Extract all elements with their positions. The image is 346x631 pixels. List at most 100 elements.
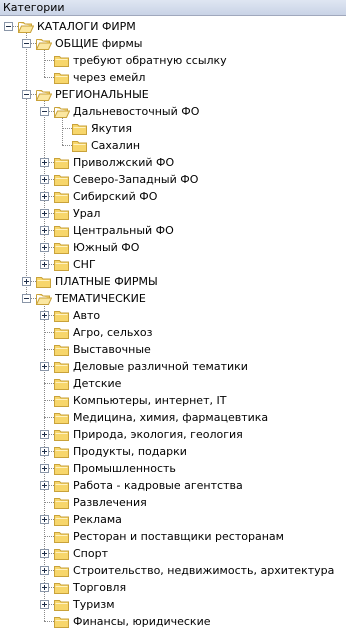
expand-icon[interactable] bbox=[40, 566, 49, 575]
tree-item[interactable]: ПЛАТНЫЕ ФИРМЫ bbox=[0, 273, 346, 290]
tree-item-label: Строительство, недвижимость, архитектура bbox=[73, 564, 335, 577]
tree-item-label: Южный ФО bbox=[73, 241, 140, 254]
expand-icon[interactable] bbox=[22, 277, 31, 286]
expand-icon[interactable] bbox=[40, 192, 49, 201]
expand-icon[interactable] bbox=[40, 447, 49, 456]
expand-icon[interactable] bbox=[40, 243, 49, 252]
category-tree[interactable]: КАТАЛОГИ ФИРМ ОБЩИЕ фирмы требуют обратную… bbox=[0, 16, 346, 630]
collapse-icon[interactable] bbox=[4, 22, 13, 31]
tree-item[interactable]: ТЕМАТИЧЕСКИЕ bbox=[0, 290, 346, 307]
tree-item[interactable]: Выставочные bbox=[0, 341, 346, 358]
tree-item[interactable]: Северо-Западный ФО bbox=[0, 171, 346, 188]
folder-icon bbox=[54, 530, 70, 543]
tree-item-label: Реклама bbox=[73, 513, 122, 526]
tree-item-label: Северо-Западный ФО bbox=[73, 173, 199, 186]
expand-icon[interactable] bbox=[40, 600, 49, 609]
tree-item[interactable]: Медицина, химия, фармацевтика bbox=[0, 409, 346, 426]
tree-item[interactable]: Сахалин bbox=[0, 137, 346, 154]
expand-icon[interactable] bbox=[40, 583, 49, 592]
tree-item[interactable]: Реклама bbox=[0, 511, 346, 528]
tree-item-label: Промышленность bbox=[73, 462, 176, 475]
tree-connector bbox=[44, 60, 54, 61]
tree-item[interactable]: Спорт bbox=[0, 545, 346, 562]
tree-item[interactable]: Природа, экология, геология bbox=[0, 426, 346, 443]
tree-item[interactable]: Строительство, недвижимость, архитектура bbox=[0, 562, 346, 579]
tree-item[interactable]: КАТАЛОГИ ФИРМ bbox=[0, 18, 346, 35]
expand-icon[interactable] bbox=[40, 481, 49, 490]
tree-item-label: СНГ bbox=[73, 258, 96, 271]
tree-item[interactable]: Торговля bbox=[0, 579, 346, 596]
tree-item[interactable]: СНГ bbox=[0, 256, 346, 273]
tree-item[interactable]: требуют обратную ссылку bbox=[0, 52, 346, 69]
tree-connector bbox=[62, 128, 72, 129]
panel-title: Категории bbox=[3, 1, 65, 14]
tree-item[interactable]: Продукты, подарки bbox=[0, 443, 346, 460]
tree-item[interactable]: через емейл bbox=[0, 69, 346, 86]
folder-icon bbox=[72, 139, 88, 152]
folder-icon bbox=[54, 377, 70, 390]
tree-item[interactable]: Деловые различной тематики bbox=[0, 358, 346, 375]
folder-open-icon bbox=[36, 292, 53, 305]
panel-header: Категории bbox=[0, 0, 346, 16]
tree-item[interactable]: Авто bbox=[0, 307, 346, 324]
folder-icon bbox=[54, 309, 70, 322]
tree-item[interactable]: Сибирский ФО bbox=[0, 188, 346, 205]
collapse-icon[interactable] bbox=[40, 107, 49, 116]
folder-icon bbox=[54, 173, 70, 186]
expand-icon[interactable] bbox=[40, 362, 49, 371]
folder-icon bbox=[54, 564, 70, 577]
tree-item[interactable]: Ресторан и поставщики ресторанам bbox=[0, 528, 346, 545]
expand-icon[interactable] bbox=[40, 209, 49, 218]
tree-connector bbox=[44, 502, 54, 503]
tree-item-label: РЕГИОНАЛЬНЫЕ bbox=[55, 88, 149, 101]
collapse-icon[interactable] bbox=[22, 294, 31, 303]
tree-item-label: Деловые различной тематики bbox=[73, 360, 248, 373]
tree-item[interactable]: Развлечения bbox=[0, 494, 346, 511]
tree-connector bbox=[44, 417, 54, 418]
tree-item-label: Развлечения bbox=[73, 496, 147, 509]
expand-icon[interactable] bbox=[40, 549, 49, 558]
tree-item-label: Приволжский ФО bbox=[73, 156, 175, 169]
folder-open-icon bbox=[18, 20, 35, 33]
tree-item[interactable]: Компьютеры, интернет, IT bbox=[0, 392, 346, 409]
expand-icon[interactable] bbox=[40, 311, 49, 320]
tree-item[interactable]: ОБЩИЕ фирмы bbox=[0, 35, 346, 52]
folder-open-icon bbox=[54, 105, 71, 118]
tree-item[interactable]: Детские bbox=[0, 375, 346, 392]
tree-item[interactable]: Якутия bbox=[0, 120, 346, 137]
collapse-icon[interactable] bbox=[22, 90, 31, 99]
folder-icon bbox=[54, 394, 70, 407]
tree-item-label: ПЛАТНЫЕ ФИРМЫ bbox=[55, 275, 158, 288]
expand-icon[interactable] bbox=[40, 430, 49, 439]
expand-icon[interactable] bbox=[40, 260, 49, 269]
tree-item[interactable]: Урал bbox=[0, 205, 346, 222]
tree-item-label: Авто bbox=[73, 309, 101, 322]
tree-item[interactable]: Работа - кадровые агентства bbox=[0, 477, 346, 494]
folder-icon bbox=[54, 581, 70, 594]
expand-icon[interactable] bbox=[40, 175, 49, 184]
expand-icon[interactable] bbox=[40, 515, 49, 524]
tree-item[interactable]: Промышленность bbox=[0, 460, 346, 477]
tree-connector bbox=[62, 145, 72, 146]
folder-icon bbox=[54, 343, 70, 356]
tree-item-label: Туризм bbox=[73, 598, 115, 611]
tree-item[interactable]: Южный ФО bbox=[0, 239, 346, 256]
folder-icon bbox=[54, 224, 70, 237]
folder-open-icon bbox=[36, 37, 53, 50]
expand-icon[interactable] bbox=[40, 464, 49, 473]
tree-item[interactable]: Приволжский ФО bbox=[0, 154, 346, 171]
tree-item[interactable]: Центральный ФО bbox=[0, 222, 346, 239]
folder-icon bbox=[36, 275, 52, 288]
expand-icon[interactable] bbox=[40, 158, 49, 167]
folder-icon bbox=[54, 71, 70, 84]
tree-item[interactable]: РЕГИОНАЛЬНЫЕ bbox=[0, 86, 346, 103]
tree-item-label: Сахалин bbox=[91, 139, 141, 152]
tree-connector bbox=[44, 536, 54, 537]
tree-item[interactable]: Агро, сельхоз bbox=[0, 324, 346, 341]
tree-item-label: Детские bbox=[73, 377, 122, 390]
tree-item[interactable]: Туризм bbox=[0, 596, 346, 613]
tree-item[interactable]: Финансы, юридические bbox=[0, 613, 346, 630]
tree-item[interactable]: Дальневосточный ФО bbox=[0, 103, 346, 120]
collapse-icon[interactable] bbox=[22, 39, 31, 48]
expand-icon[interactable] bbox=[40, 226, 49, 235]
